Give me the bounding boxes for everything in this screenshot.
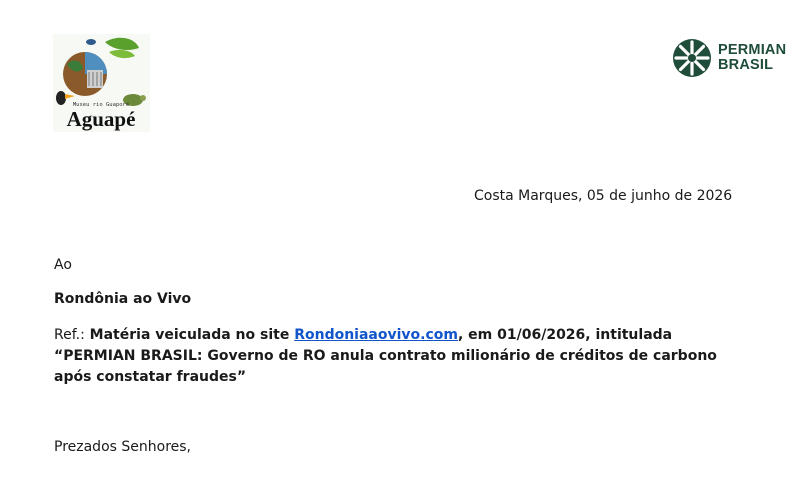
permian-line1: PERMIAN xyxy=(718,42,787,58)
greeting: Prezados Senhores, xyxy=(54,439,191,455)
aguape-logo: Museu rio Guaporé Aguapé xyxy=(53,34,150,132)
permian-leaf-icon xyxy=(673,39,711,77)
aguape-wordmark: Aguapé xyxy=(67,107,136,131)
letter-date: Costa Marques, 05 de junho de 2026 xyxy=(474,188,733,204)
ref-label: Ref.: xyxy=(54,327,85,343)
permian-line2: BRASIL xyxy=(718,57,774,73)
ref-text-before-link: Matéria veiculada no site xyxy=(84,327,295,343)
recipient-name: Rondônia ao Vivo xyxy=(54,291,192,307)
salutation-to: Ao xyxy=(54,257,72,273)
rondoniaaovivo-link[interactable]: Rondoniaaovivo.com xyxy=(294,327,458,343)
permian-brasil-logo: PERMIAN BRASIL xyxy=(672,38,786,78)
reference-paragraph: Ref.: Matéria veiculada no site Rondonia… xyxy=(54,325,734,388)
